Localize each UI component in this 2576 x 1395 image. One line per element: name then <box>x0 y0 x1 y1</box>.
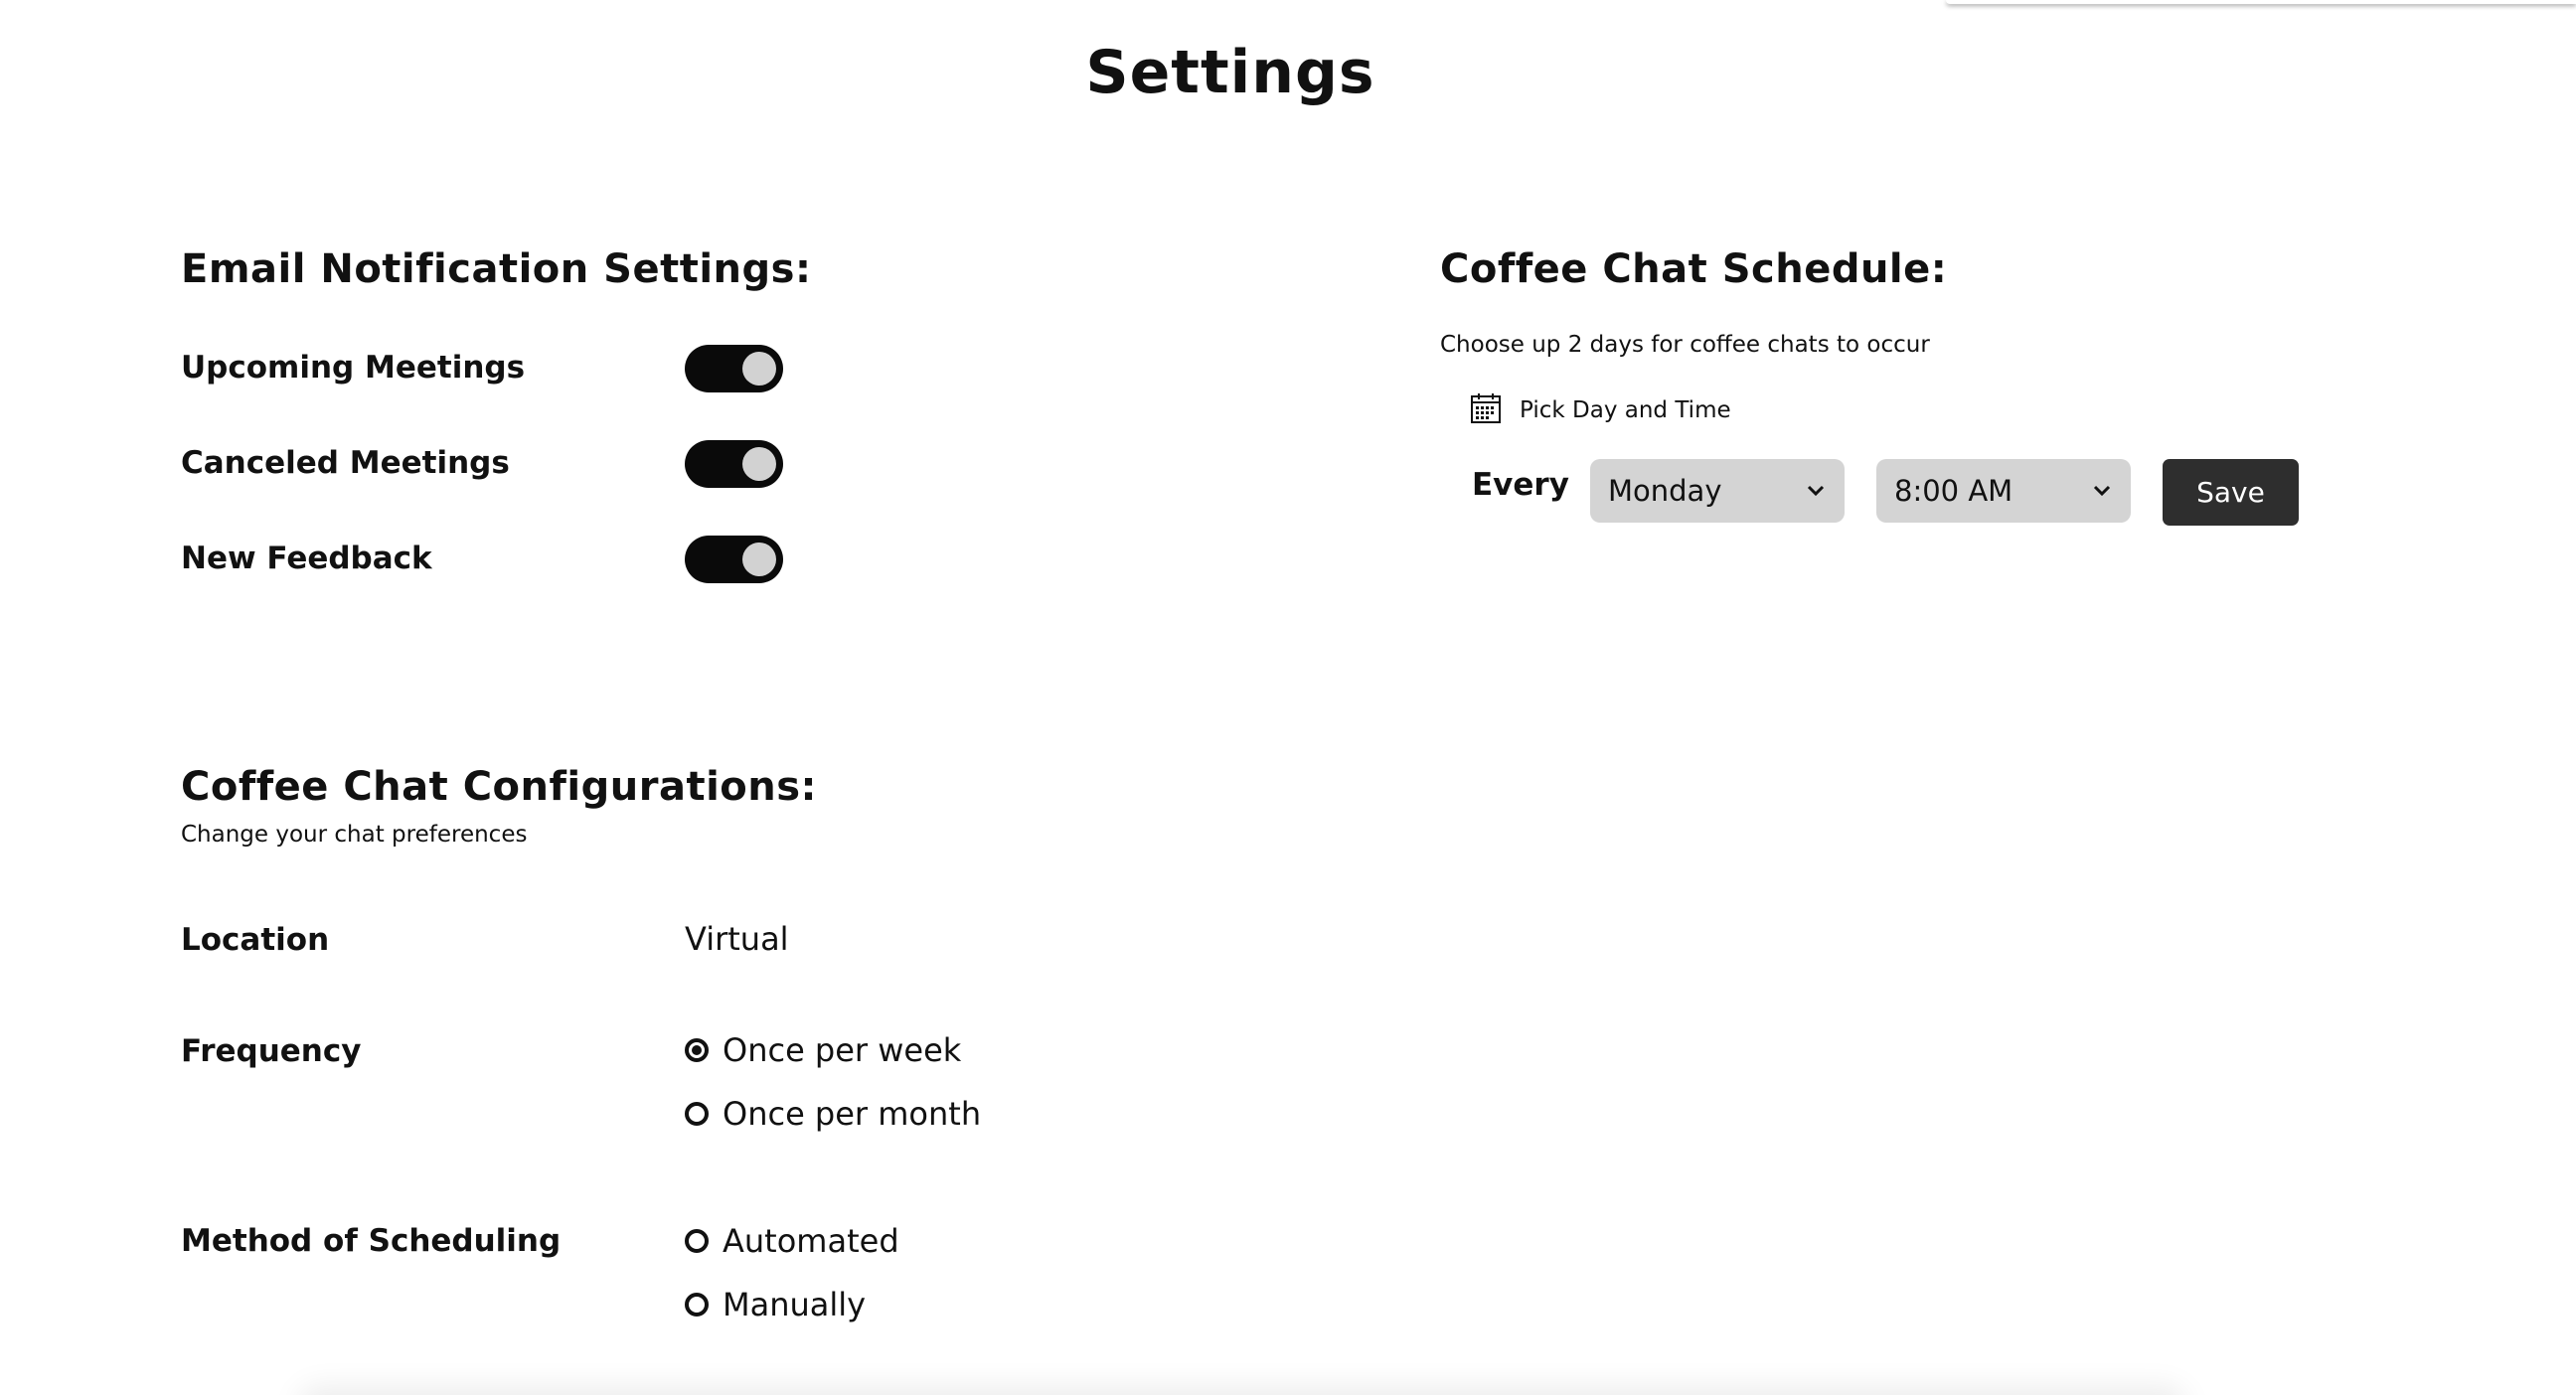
radio-unchecked-icon <box>685 1229 709 1253</box>
method-option-manually[interactable]: Manually <box>685 1285 866 1324</box>
calendar-icon <box>1471 393 1501 423</box>
method-of-scheduling-label: Method of Scheduling <box>181 1223 562 1259</box>
canceled-meetings-label: Canceled Meetings <box>181 445 510 481</box>
toggle-knob <box>742 352 776 386</box>
location-label: Location <box>181 922 330 958</box>
frequency-option-monthly[interactable]: Once per month <box>685 1094 981 1134</box>
upcoming-meetings-toggle[interactable] <box>685 345 783 392</box>
pick-day-time-label: Pick Day and Time <box>1520 397 1731 423</box>
method-option-label: Automated <box>723 1222 899 1260</box>
every-label: Every <box>1472 467 1569 503</box>
canceled-meetings-toggle[interactable] <box>685 440 783 488</box>
method-option-automated[interactable]: Automated <box>685 1221 899 1261</box>
day-select-value: Monday <box>1608 474 1722 508</box>
new-feedback-toggle[interactable] <box>685 536 783 583</box>
radio-unchecked-icon <box>685 1102 709 1126</box>
top-panel-edge <box>1946 0 2576 4</box>
time-select[interactable]: 8:00 AM <box>1876 459 2131 523</box>
save-button[interactable]: Save <box>2163 459 2299 526</box>
frequency-option-label: Once per month <box>723 1095 982 1133</box>
day-select[interactable]: Monday <box>1590 459 1845 523</box>
new-feedback-label: New Feedback <box>181 541 432 576</box>
method-option-label: Manually <box>723 1286 867 1323</box>
chevron-down-icon <box>1807 485 1825 497</box>
coffee-chat-configurations-heading: Coffee Chat Configurations: <box>181 764 818 810</box>
time-select-value: 8:00 AM <box>1894 474 2013 508</box>
frequency-option-weekly[interactable]: Once per week <box>685 1030 961 1070</box>
location-value: Virtual <box>685 920 789 958</box>
chevron-down-icon <box>2093 485 2111 497</box>
email-notification-heading: Email Notification Settings: <box>181 246 812 292</box>
coffee-chat-schedule-heading: Coffee Chat Schedule: <box>1440 246 1948 292</box>
frequency-option-label: Once per week <box>723 1031 962 1069</box>
radio-unchecked-icon <box>685 1293 709 1317</box>
frequency-label: Frequency <box>181 1033 362 1069</box>
upcoming-meetings-label: Upcoming Meetings <box>181 350 526 386</box>
radio-checked-icon <box>685 1038 709 1062</box>
configurations-subheading: Change your chat preferences <box>181 822 528 848</box>
schedule-description: Choose up 2 days for coffee chats to occ… <box>1440 332 1930 358</box>
toggle-knob <box>742 542 776 576</box>
toggle-knob <box>742 447 776 481</box>
page-title: Settings <box>1085 38 1375 107</box>
